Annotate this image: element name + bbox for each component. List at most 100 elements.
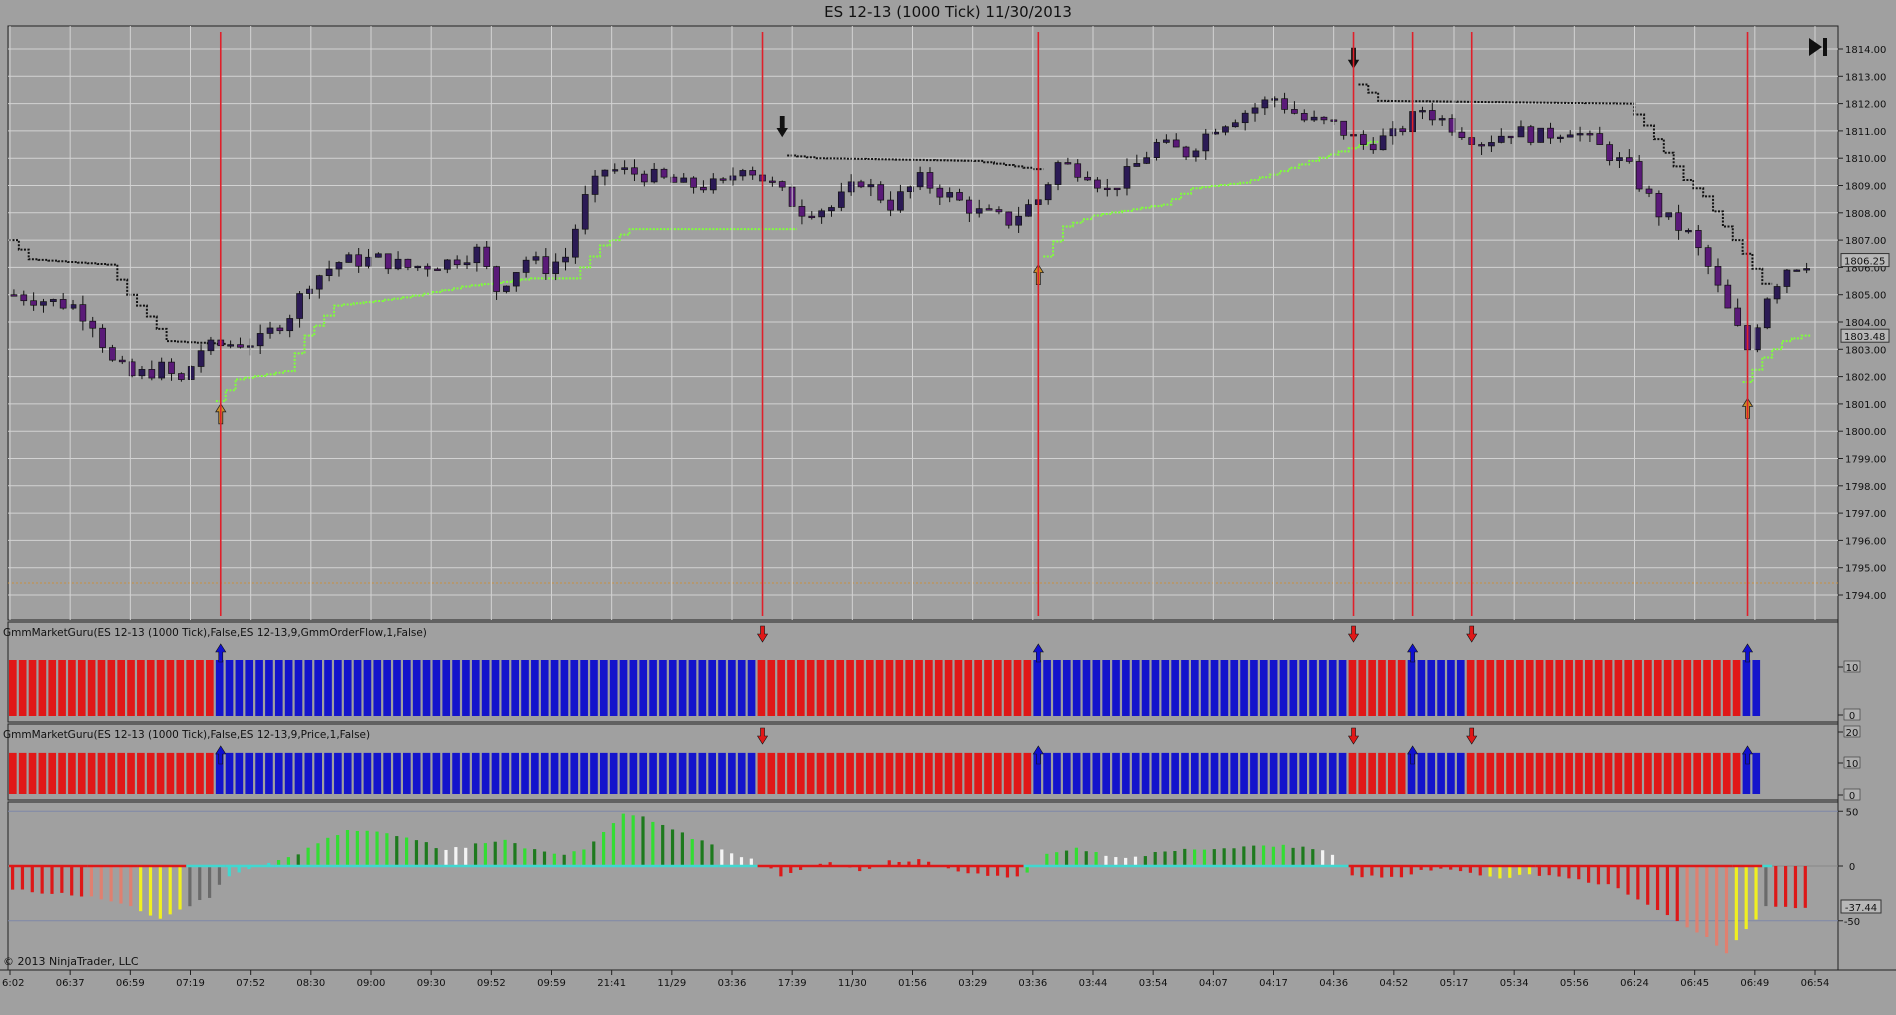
candle[interactable] <box>1714 258 1722 293</box>
candle[interactable] <box>542 248 550 280</box>
candle[interactable] <box>1763 297 1771 330</box>
candle[interactable] <box>650 162 658 184</box>
candle[interactable] <box>1025 199 1032 217</box>
candle[interactable] <box>1793 269 1801 272</box>
candle[interactable] <box>709 173 717 194</box>
candle[interactable] <box>1261 96 1269 115</box>
candle[interactable] <box>1172 133 1180 148</box>
candle[interactable] <box>394 251 402 271</box>
candle[interactable] <box>1803 262 1810 274</box>
candle[interactable] <box>10 289 18 297</box>
candle[interactable] <box>1044 182 1052 205</box>
candle[interactable] <box>335 261 343 277</box>
candle[interactable] <box>966 196 973 223</box>
candle[interactable] <box>512 272 520 292</box>
candle[interactable] <box>975 199 983 218</box>
candle[interactable] <box>1635 155 1643 192</box>
candle[interactable] <box>1773 283 1781 304</box>
candle[interactable] <box>1015 206 1022 233</box>
candle[interactable] <box>1645 185 1653 198</box>
candle[interactable] <box>926 167 934 194</box>
candle[interactable] <box>857 179 865 189</box>
candle[interactable] <box>778 180 786 192</box>
candle[interactable] <box>847 174 855 196</box>
candle[interactable] <box>818 208 825 224</box>
candle[interactable] <box>522 256 530 278</box>
candle[interactable] <box>1694 225 1702 256</box>
candle[interactable] <box>109 344 116 362</box>
candle[interactable] <box>1133 154 1141 167</box>
candle[interactable] <box>503 285 510 294</box>
candle[interactable] <box>306 285 313 300</box>
candle[interactable] <box>601 169 609 186</box>
candle[interactable] <box>916 166 924 191</box>
candle[interactable] <box>325 260 333 282</box>
candle[interactable] <box>1300 109 1308 123</box>
oscillator-panel[interactable]: 50 0 -50 -37.44 <box>8 807 1882 954</box>
candle[interactable] <box>640 170 648 187</box>
candle[interactable] <box>739 168 747 181</box>
candle[interactable] <box>375 252 382 258</box>
candle[interactable] <box>1222 125 1229 136</box>
candle[interactable] <box>276 324 284 335</box>
candle[interactable] <box>1231 119 1239 128</box>
candle[interactable] <box>355 248 363 273</box>
candle[interactable] <box>1419 106 1426 120</box>
candle[interactable] <box>877 181 885 204</box>
candle[interactable] <box>1241 110 1249 131</box>
orderflow-panel[interactable]: GmmMarketGuru(ES 12-13 (1000 Tick),False… <box>3 625 1861 722</box>
candle[interactable] <box>49 298 57 307</box>
skip-to-end-icon[interactable] <box>1809 38 1827 56</box>
candle[interactable] <box>414 265 422 271</box>
candle[interactable] <box>1675 204 1682 240</box>
candle[interactable] <box>197 344 205 373</box>
candle[interactable] <box>79 295 87 331</box>
candle[interactable] <box>187 365 195 381</box>
candle[interactable] <box>1281 92 1288 114</box>
candle[interactable] <box>1438 115 1446 126</box>
candle[interactable] <box>1143 151 1151 165</box>
candle[interactable] <box>1665 212 1673 220</box>
candle[interactable] <box>1360 130 1367 150</box>
candle[interactable] <box>1517 120 1525 138</box>
candle[interactable] <box>660 167 668 180</box>
candle[interactable] <box>443 259 451 274</box>
candle[interactable] <box>1616 152 1623 168</box>
candle[interactable] <box>148 360 156 381</box>
candle[interactable] <box>1586 130 1594 142</box>
candle[interactable] <box>89 316 97 338</box>
candle[interactable] <box>1064 157 1072 165</box>
candle[interactable] <box>581 185 589 235</box>
candle[interactable] <box>1428 102 1436 126</box>
candle[interactable] <box>1458 127 1466 140</box>
candle[interactable] <box>1625 149 1633 164</box>
candle[interactable] <box>1576 126 1584 142</box>
candle[interactable] <box>1271 96 1279 108</box>
candle[interactable] <box>20 290 28 306</box>
candle[interactable] <box>1478 142 1485 156</box>
candle[interactable] <box>168 358 175 381</box>
candle[interactable] <box>1527 124 1535 146</box>
candle[interactable] <box>611 163 619 174</box>
candle[interactable] <box>956 188 963 201</box>
candle[interactable] <box>138 366 146 380</box>
candle[interactable] <box>1340 120 1348 140</box>
candle[interactable] <box>798 199 806 225</box>
candle[interactable] <box>1123 158 1131 196</box>
candle[interactable] <box>1537 127 1545 143</box>
candle[interactable] <box>1103 178 1111 197</box>
candle[interactable] <box>897 184 904 213</box>
candle[interactable] <box>483 241 491 270</box>
candle[interactable] <box>227 340 234 349</box>
candle[interactable] <box>1389 121 1397 145</box>
candle[interactable] <box>266 321 274 339</box>
candle[interactable] <box>424 263 431 277</box>
candle[interactable] <box>729 167 737 186</box>
candle[interactable] <box>631 159 638 182</box>
candle[interactable] <box>552 253 560 281</box>
candle[interactable] <box>680 173 688 183</box>
candle[interactable] <box>1202 128 1210 160</box>
candle[interactable] <box>1547 122 1554 144</box>
candle[interactable] <box>621 160 628 175</box>
candle[interactable] <box>1783 269 1791 294</box>
